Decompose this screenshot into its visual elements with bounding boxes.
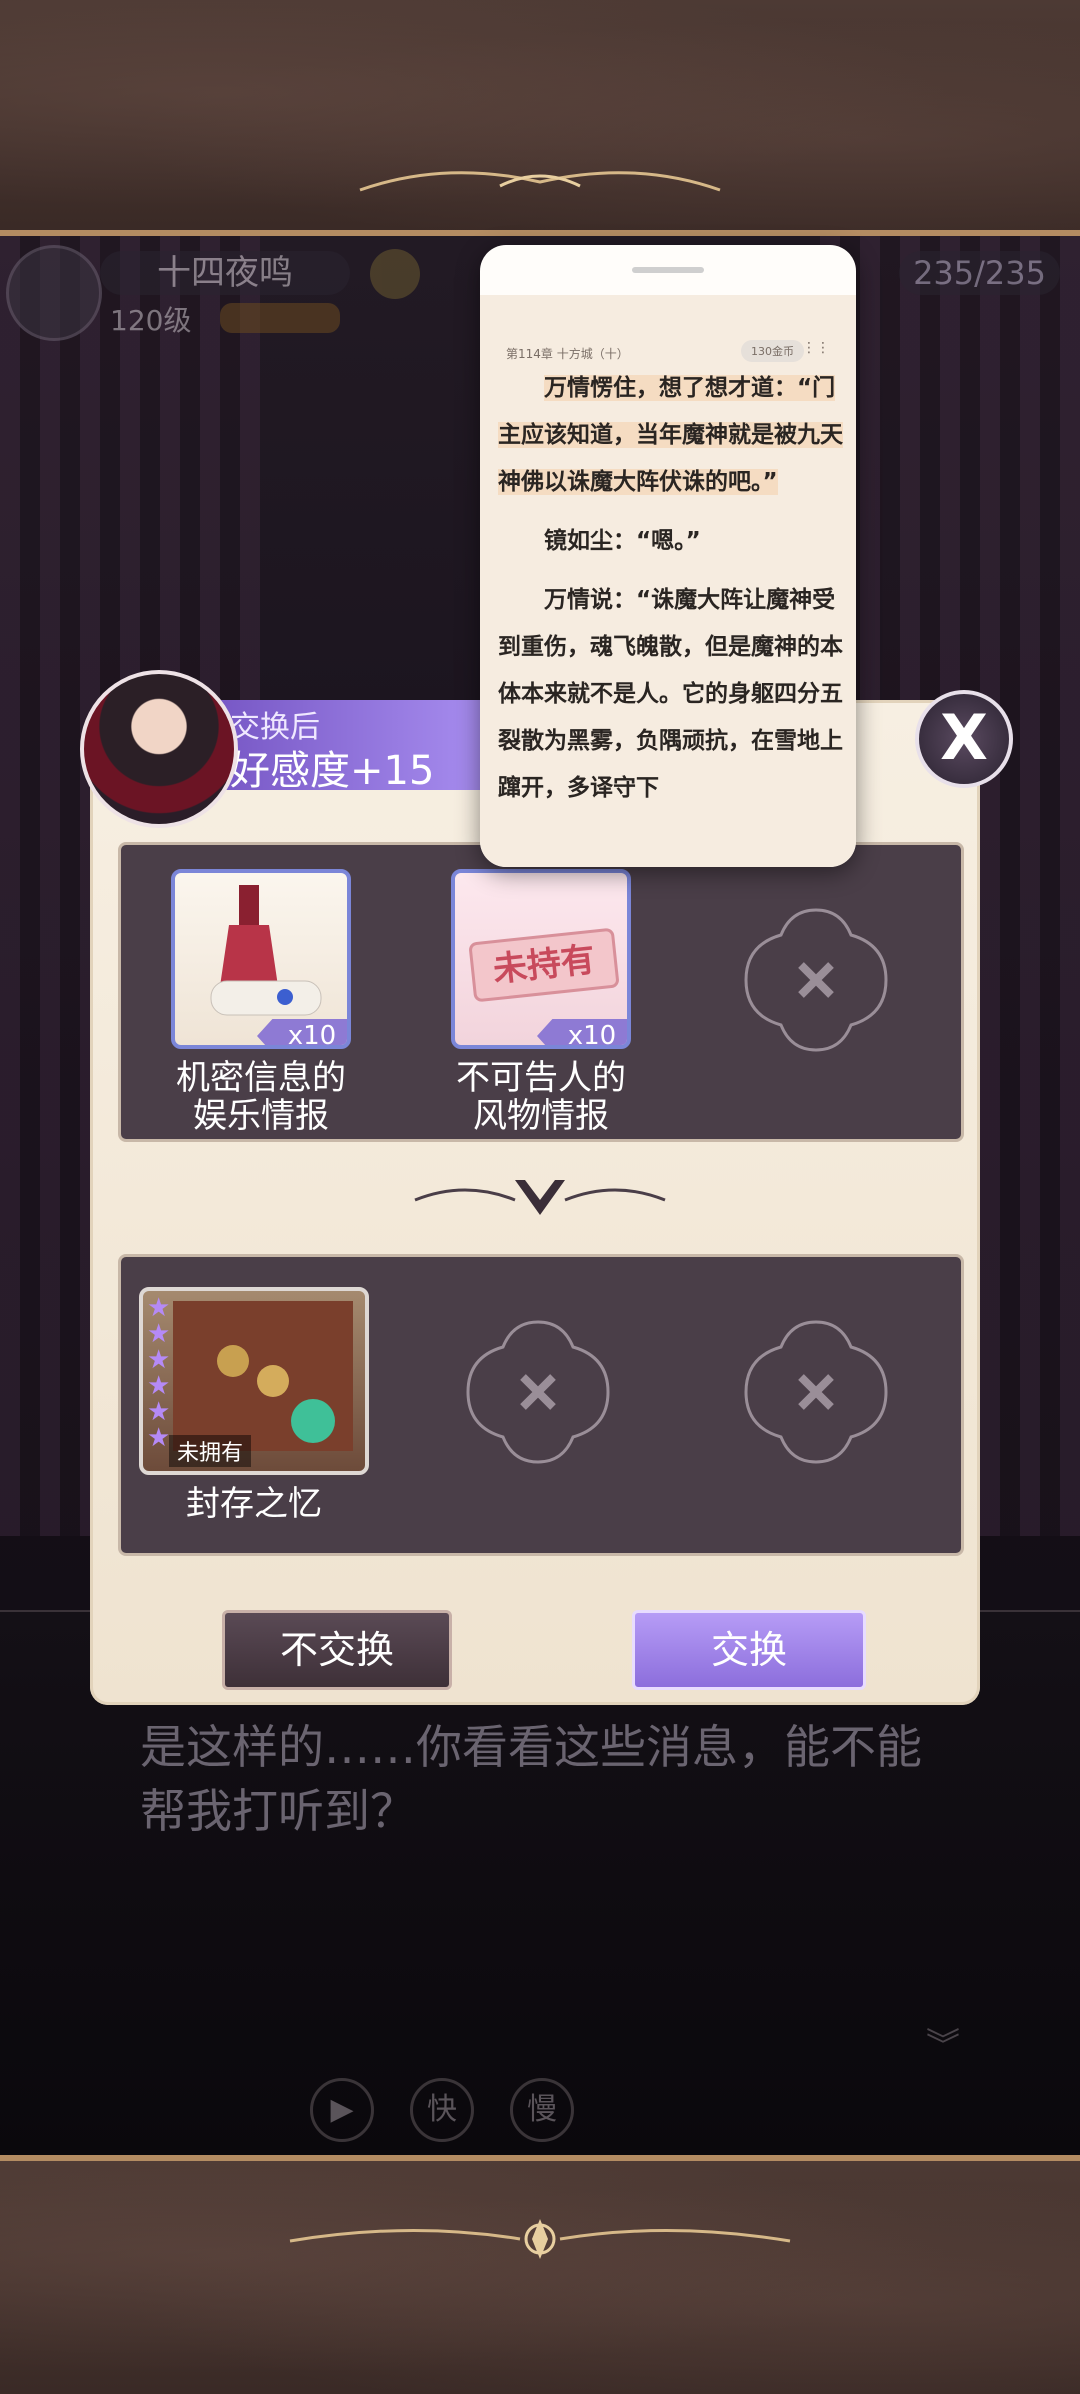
item-thumbnail: x10 [171,869,351,1049]
item-label-line2: 娱乐情报 [193,1096,329,1136]
give-item-1[interactable]: x10 机密信息的 娱乐情报 [171,869,351,1135]
coin-icon [370,249,420,299]
character-portrait [80,670,238,828]
rarity-stars-icon: ★ ★ ★ ★ ★ ★ [147,1293,171,1453]
drag-handle[interactable] [632,267,704,273]
reader-overlay[interactable]: 第114章 十方城（十） 130金币 ⋮⋮ 万情愣住，想了想才道：“门主应该知道… [480,245,856,867]
player-avatar[interactable] [6,245,102,341]
reader-text: 万情愣住，想了想才道：“门主应该知道，当年魔神就是被九天神佛以诛魔大阵伏诛的吧。… [498,365,844,812]
not-owned-stamp: 未持有 [468,927,620,1003]
item-label: 封存之忆 [186,1484,322,1524]
top-frame [0,0,1080,236]
give-item-2[interactable]: 未持有 x10 不可告人的 风物情报 [451,869,631,1135]
receive-items-row: ★ ★ ★ ★ ★ ★ 未拥有 封存之忆 [118,1254,964,1556]
fast-button[interactable]: 快 [410,2078,474,2142]
give-items-row: x10 机密信息的 娱乐情报 未持有 x10 不可告人的 风物情报 [118,842,964,1142]
dialog-line: 是这样的……你看看这些消息，能不能帮我打听到？ [140,1720,922,1838]
close-button[interactable]: X [915,690,1013,788]
reader-para: 万情说：“诛魔大阵让魔神受到重伤，魂飞魄散，但是魔神的本体本来就不是人。它的身躯… [498,587,843,801]
reader-para: 镜如尘：“嗯。” [544,528,701,554]
auto-play-icon[interactable]: ▶ [310,2078,374,2142]
reader-coin-chip[interactable]: 130金币 [741,340,804,362]
item-label-line2: 风物情报 [473,1096,609,1136]
accept-button[interactable]: 交换 [632,1610,866,1690]
banner-value: 好感度+15 [230,748,435,794]
reader-chapter: 第114章 十方城（十） [506,347,629,361]
item-qty: x10 [537,1019,627,1045]
advance-chevron-icon[interactable]: ︾ [926,2018,960,2067]
reader-para-highlight: 万情愣住，想了想才道：“门主应该知道，当年魔神就是被九天神佛以诛魔大阵伏诛的吧。… [498,375,843,495]
item-qty: x10 [257,1019,347,1045]
empty-slot-icon [744,1320,888,1464]
slow-button[interactable]: 慢 [510,2078,574,2142]
empty-slot-icon [466,1320,610,1464]
flourish-ornament-icon [289,2219,791,2259]
item-thumbnail: ★ ★ ★ ★ ★ ★ 未拥有 [139,1287,369,1475]
level-badge [220,303,340,333]
owned-status: 未拥有 [169,1435,252,1467]
resource-count: 235/235 [899,251,1060,295]
flourish-ornament-icon [359,171,721,192]
empty-slot-icon [744,908,888,1052]
reader-menu-icon[interactable]: ⋮⋮ [802,340,830,356]
down-arrow-divider-icon [414,1180,666,1215]
decline-button[interactable]: 不交换 [222,1610,452,1690]
player-level: 120级 [110,304,192,337]
item-label-line1: 机密信息的 [176,1058,346,1098]
receive-item-1[interactable]: ★ ★ ★ ★ ★ ★ 未拥有 封存之忆 [139,1287,369,1523]
item-thumbnail: 未持有 x10 [451,869,631,1049]
bottom-frame [0,2155,1080,2394]
reader-para: 万情愣住，想了想才道：“门主应该知道，当年魔神就是被九天神佛以诛魔大阵伏诛的吧。… [498,365,844,506]
player-name: 十四夜鸣 [100,251,350,295]
item-label-line1: 不可告人的 [456,1058,626,1098]
